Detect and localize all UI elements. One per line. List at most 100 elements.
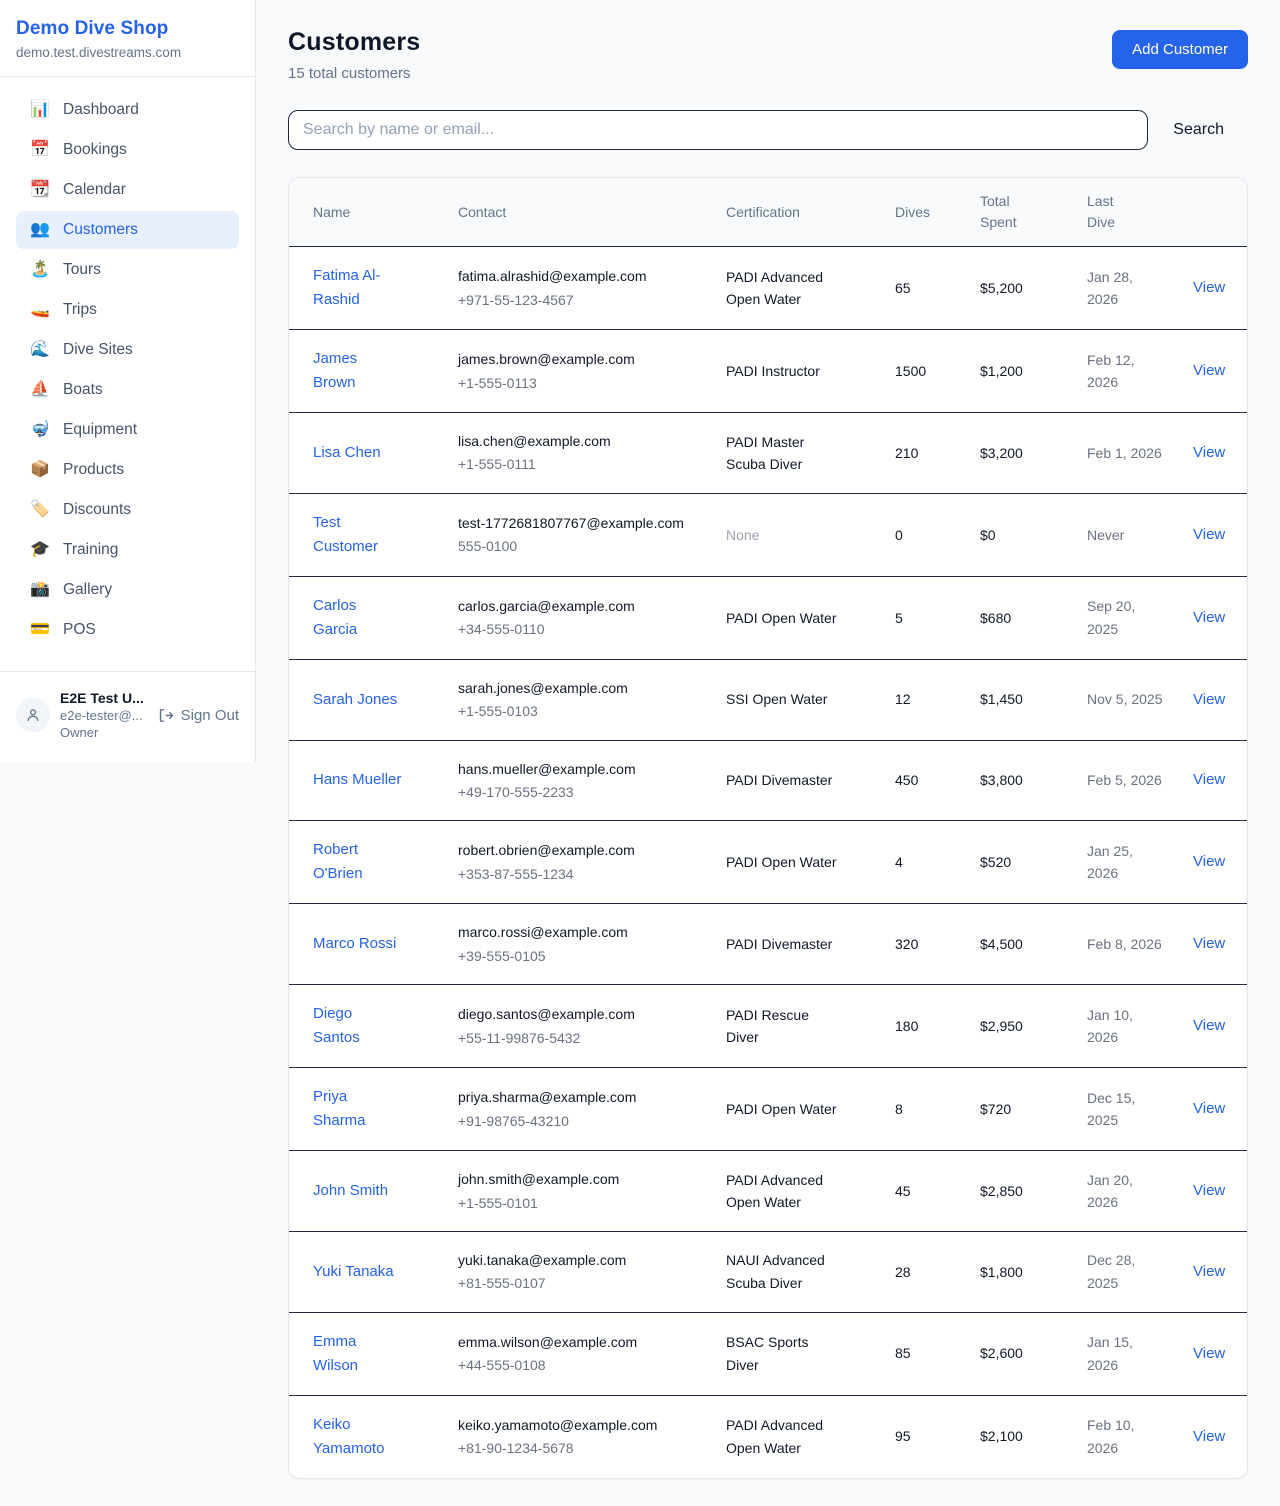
diving-mask-icon: 🤿 [30,422,50,438]
sidebar-item-label: Trips [63,301,97,319]
customer-phone: +44-555-0108 [458,1354,714,1376]
customer-name-link[interactable]: Lisa Chen [313,441,381,465]
customer-phone: +1-555-0111 [458,453,714,475]
view-link[interactable]: View [1193,1017,1225,1034]
sidebar-item-tours[interactable]: 🏝️ Tours [16,251,239,289]
customer-total-spent: $1,450 [980,671,1087,727]
island-icon: 🏝️ [30,262,50,278]
customer-certification: PADI Instructor [726,343,856,399]
brand-name: Demo Dive Shop [16,18,239,40]
customer-email: diego.santos@example.com [458,1003,714,1025]
customer-name-link[interactable]: John Smith [313,1179,388,1203]
customer-name-link[interactable]: Keiko Yamamoto [313,1413,403,1461]
sidebar-item-pos[interactable]: 💳 POS [16,611,239,649]
sidebar-item-customers[interactable]: 👥 Customers [16,211,239,249]
users-icon: 👥 [30,222,50,238]
view-link[interactable]: View [1193,279,1225,296]
customer-email: test-1772681807767@example.com [458,512,714,534]
customer-total-spent: $2,850 [980,1163,1087,1219]
sidebar-item-gallery[interactable]: 📸 Gallery [16,571,239,609]
customer-email: keiko.yamamoto@example.com [458,1414,714,1436]
customer-email: carlos.garcia@example.com [458,595,714,617]
sidebar-item-trips[interactable]: 🚤 Trips [16,291,239,329]
table-row: Lisa Chen lisa.chen@example.com +1-555-0… [289,413,1247,494]
sidebar-item-bookings[interactable]: 📅 Bookings [16,131,239,169]
customer-total-spent: $1,200 [980,343,1087,399]
sidebar-item-label: Gallery [63,581,112,599]
customer-name-link[interactable]: Diego Santos [313,1002,403,1050]
customer-phone: +34-555-0110 [458,618,714,640]
sidebar-nav: 📊 Dashboard 📅 Bookings 📆 Calendar 👥 Cust… [0,77,255,661]
view-link[interactable]: View [1193,935,1225,952]
view-link[interactable]: View [1193,609,1225,626]
customer-name-link[interactable]: Emma Wilson [313,1330,403,1378]
customer-last-dive: Feb 10, 2026 [1087,1397,1175,1476]
customer-name-link[interactable]: James Brown [313,347,403,395]
customer-dives: 4 [895,834,980,890]
customer-name-link[interactable]: Hans Mueller [313,768,401,792]
table-row: Carlos Garcia carlos.garcia@example.com … [289,577,1247,660]
customer-name-link[interactable]: Priya Sharma [313,1085,403,1133]
view-link[interactable]: View [1193,1263,1225,1280]
brand-domain: demo.test.divestreams.com [16,45,239,60]
customer-name-link[interactable]: Marco Rossi [313,932,396,956]
customer-certification: PADI Master Scuba Diver [726,414,856,493]
view-link[interactable]: View [1193,771,1225,788]
view-link[interactable]: View [1193,691,1225,708]
view-link[interactable]: View [1193,1100,1225,1117]
sidebar-item-label: Tours [63,261,101,279]
add-customer-button[interactable]: Add Customer [1112,30,1248,69]
customer-last-dive: Jan 28, 2026 [1087,249,1175,328]
customer-last-dive: Dec 28, 2025 [1087,1232,1175,1311]
user-name: E2E Test U... [60,690,147,706]
table-row: Robert O'Brien robert.obrien@example.com… [289,821,1247,904]
sidebar-item-label: Training [63,541,118,559]
customer-total-spent: $520 [980,834,1087,890]
search-button[interactable]: Search [1173,115,1248,145]
customer-phone: +81-90-1234-5678 [458,1437,714,1459]
customer-last-dive: Dec 15, 2025 [1087,1070,1175,1149]
customer-name-link[interactable]: Sarah Jones [313,688,397,712]
column-header-actions [1193,178,1223,246]
customer-email: hans.mueller@example.com [458,758,714,780]
customer-dives: 320 [895,916,980,972]
customer-total-spent: $680 [980,590,1087,646]
view-link[interactable]: View [1193,1182,1225,1199]
sidebar-item-calendar[interactable]: 📆 Calendar [16,171,239,209]
sidebar-item-boats[interactable]: ⛵ Boats [16,371,239,409]
customer-name-link[interactable]: Yuki Tanaka [313,1260,394,1284]
view-link[interactable]: View [1193,362,1225,379]
customer-name-link[interactable]: Robert O'Brien [313,838,403,886]
customer-name-link[interactable]: Carlos Garcia [313,594,403,642]
customer-name-link[interactable]: Test Customer [313,511,403,559]
customer-dives: 95 [895,1408,980,1464]
customer-last-dive: Nov 5, 2025 [1087,671,1175,727]
sidebar-item-training[interactable]: 🎓 Training [16,531,239,569]
column-header-last-dive: Last Dive [1087,178,1193,246]
sidebar-item-dashboard[interactable]: 📊 Dashboard [16,91,239,129]
view-link[interactable]: View [1193,444,1225,461]
customer-dives: 28 [895,1244,980,1300]
view-link[interactable]: View [1193,853,1225,870]
view-link[interactable]: View [1193,526,1225,543]
sidebar-item-dive-sites[interactable]: 🌊 Dive Sites [16,331,239,369]
customer-email: lisa.chen@example.com [458,430,714,452]
sidebar-item-label: Boats [63,381,103,399]
customer-last-dive: Feb 5, 2026 [1087,752,1175,808]
customer-name-link[interactable]: Fatima Al-Rashid [313,264,403,312]
view-link[interactable]: View [1193,1428,1225,1445]
search-input[interactable] [288,110,1148,150]
customer-dives: 5 [895,590,980,646]
sidebar-item-discounts[interactable]: 🏷️ Discounts [16,491,239,529]
calendar-icon: 📅 [30,142,50,158]
sign-out-button[interactable]: Sign Out [157,707,239,724]
sidebar-item-label: Dashboard [63,101,139,119]
camera-icon: 📸 [30,582,50,598]
table-row: Hans Mueller hans.mueller@example.com +4… [289,741,1247,822]
customer-certification: PADI Advanced Open Water [726,1397,856,1476]
sidebar-item-equipment[interactable]: 🤿 Equipment [16,411,239,449]
customer-total-spent: $720 [980,1081,1087,1137]
view-link[interactable]: View [1193,1345,1225,1362]
customer-total-spent: $5,200 [980,260,1087,316]
sidebar-item-products[interactable]: 📦 Products [16,451,239,489]
